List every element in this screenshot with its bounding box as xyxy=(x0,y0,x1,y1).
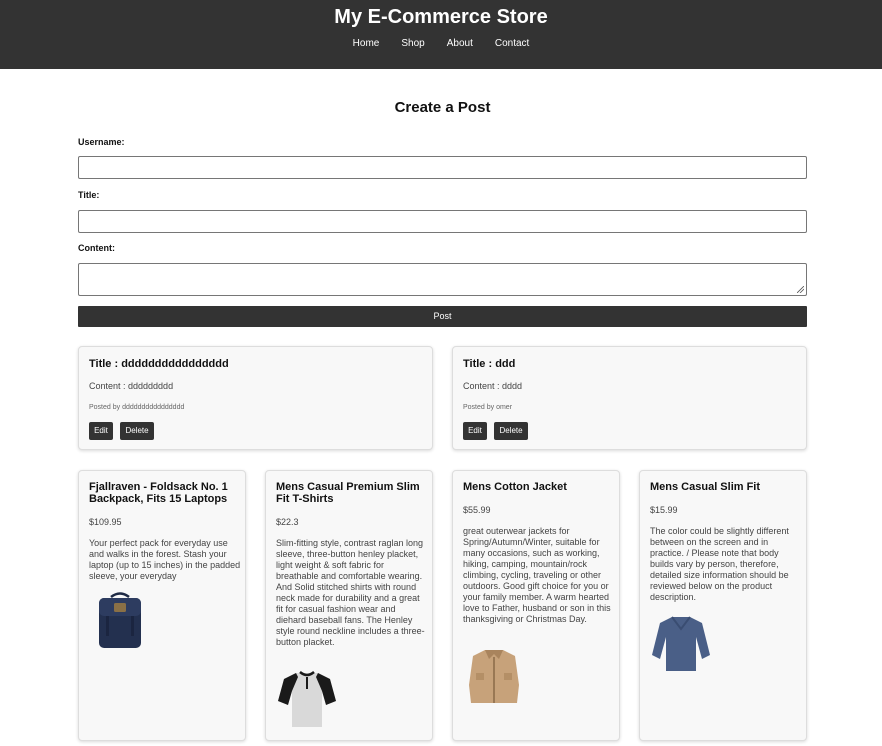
username-input[interactable] xyxy=(78,156,807,179)
post-content: Content : ddddddddd xyxy=(89,381,174,391)
backpack-image xyxy=(99,592,141,648)
post-author: Posted by dddddddddddddddd xyxy=(89,404,185,411)
product-price: $55.99 xyxy=(463,505,491,515)
product-name: Mens Casual Slim Fit xyxy=(650,481,761,493)
product-name: Mens Cotton Jacket xyxy=(463,481,567,493)
raglan-tshirt-image xyxy=(278,671,336,727)
post-title: Title : dddddddddddddddd xyxy=(89,358,229,370)
post-author: Posted by omer xyxy=(463,404,513,411)
nav-contact-link[interactable]: Contact xyxy=(495,38,529,49)
nav-about-link[interactable]: About xyxy=(447,38,473,49)
product-price: $22.3 xyxy=(276,517,299,527)
edit-button[interactable]: Edit xyxy=(463,422,487,440)
slim-fit-shirt-image xyxy=(652,616,710,671)
delete-button[interactable]: Delete xyxy=(120,422,154,440)
delete-button[interactable]: Delete xyxy=(494,422,528,440)
product-name: Mens Casual Premium Slim Fit T-Shirts xyxy=(276,481,420,505)
product-card[interactable]: Mens Casual Premium Slim Fit T-Shirts $2… xyxy=(265,470,433,741)
site-header: My E-Commerce Store Home Shop About Cont… xyxy=(0,0,882,69)
post-card: Title : dddddddddddddddd Content : ddddd… xyxy=(78,346,433,450)
product-card[interactable]: Fjallraven - Foldsack No. 1 Backpack, Fi… xyxy=(78,470,246,741)
product-description: great outerwear jackets for Spring/Autum… xyxy=(463,526,611,624)
site-title: My E-Commerce Store xyxy=(334,6,548,28)
product-name: Fjallraven - Foldsack No. 1 Backpack, Fi… xyxy=(89,481,228,505)
product-price: $15.99 xyxy=(650,505,678,515)
nav-home-link[interactable]: Home xyxy=(353,38,380,49)
form-title: Create a Post xyxy=(394,99,491,116)
nav-shop-link[interactable]: Shop xyxy=(401,38,424,49)
username-label: Username: xyxy=(78,137,125,147)
product-card[interactable]: Mens Casual Slim Fit $15.99 The color co… xyxy=(639,470,807,741)
post-content: Content : dddd xyxy=(463,381,523,391)
product-description: Your perfect pack for everyday use and w… xyxy=(89,538,241,581)
product-price: $109.95 xyxy=(89,517,122,527)
main-nav: Home Shop About Contact xyxy=(0,38,882,49)
product-description: Slim-fitting style, contrast raglan long… xyxy=(276,538,425,647)
title-label: Title: xyxy=(78,190,100,200)
product-card[interactable]: Mens Cotton Jacket $55.99 great outerwea… xyxy=(452,470,620,741)
cotton-jacket-image xyxy=(469,650,519,703)
post-card: Title : ddd Content : dddd Posted by ome… xyxy=(452,346,807,450)
content-label: Content: xyxy=(78,243,115,253)
resize-grip-icon[interactable] xyxy=(797,286,804,293)
title-input[interactable] xyxy=(78,210,807,233)
post-button[interactable]: Post xyxy=(78,306,807,327)
product-description: The color could be slightly different be… xyxy=(650,526,789,602)
edit-button[interactable]: Edit xyxy=(89,422,113,440)
post-title: Title : ddd xyxy=(463,358,516,370)
content-textarea[interactable] xyxy=(78,263,807,296)
